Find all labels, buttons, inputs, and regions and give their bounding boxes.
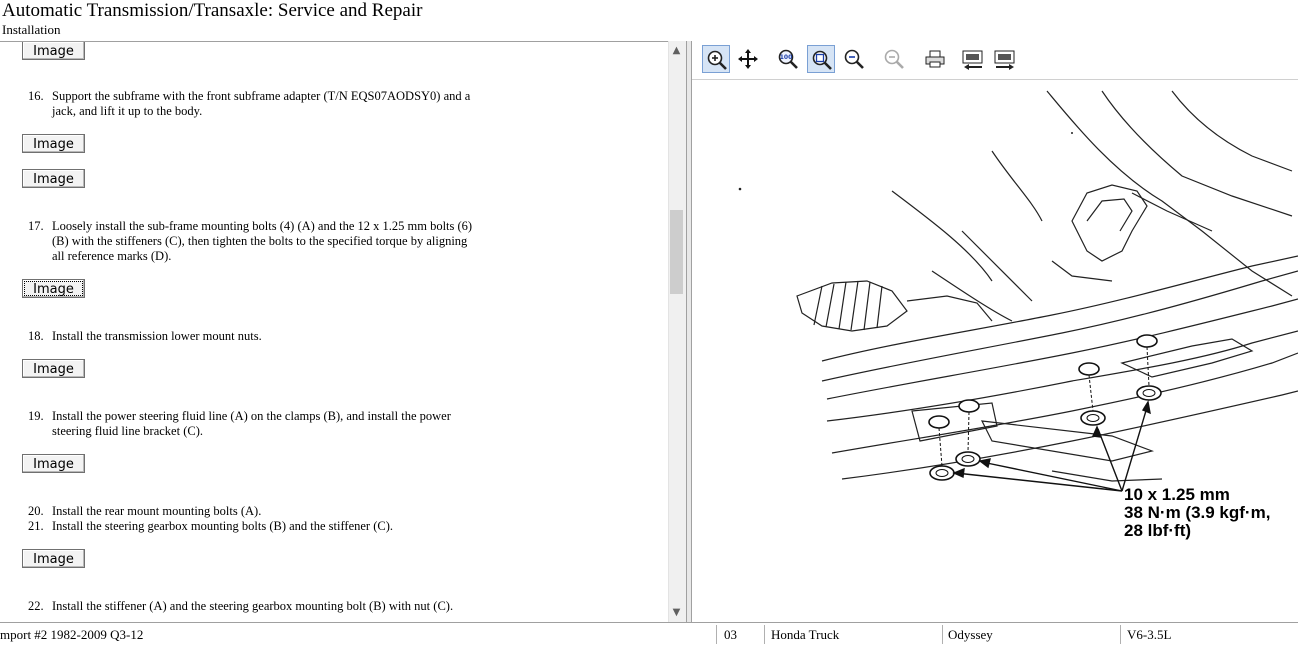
step-18: 18. Install the transmission lower mount … xyxy=(28,329,262,344)
zoom-in-small-icon[interactable] xyxy=(840,45,868,73)
torque-spec-label: 10 x 1.25 mm 38 N·m (3.9 kgf·m, 28 lbf·f… xyxy=(1124,486,1270,540)
step-text: (B) with the stiffeners (C), then tighte… xyxy=(52,234,468,248)
image-button-19[interactable]: Image xyxy=(22,454,85,473)
step-text: all reference marks (D). xyxy=(52,249,172,263)
step-16: 16. Support the subframe with the front s… xyxy=(28,89,470,119)
step-number: 19. xyxy=(28,409,44,423)
status-code: 03 xyxy=(724,627,737,642)
scroll-down-arrow-icon[interactable]: ▼ xyxy=(670,606,683,620)
status-divider xyxy=(942,625,943,644)
step-text: Install the steering gearbox mounting bo… xyxy=(52,519,394,533)
step-number: 16. xyxy=(28,89,44,103)
torque-spec-nm: 38 N·m (3.9 kgf·m, xyxy=(1124,503,1271,522)
section-subtitle: Installation xyxy=(2,22,61,37)
viewer-toolbar: 100 xyxy=(692,41,1298,80)
status-make: Honda Truck xyxy=(771,627,840,642)
image-button-21[interactable]: Image xyxy=(22,549,85,568)
prev-image-icon[interactable] xyxy=(958,45,986,73)
vertical-scrollbar[interactable] xyxy=(668,41,686,622)
step-22: 22. Install the stiffener (A) and the ste… xyxy=(28,599,453,614)
image-button-18[interactable]: Image xyxy=(22,359,85,378)
print-icon[interactable] xyxy=(921,45,949,73)
step-text: Support the subframe with the front subf… xyxy=(52,89,471,103)
diagram-drawing xyxy=(738,90,1298,492)
status-divider xyxy=(1120,625,1121,644)
step-17: 17. Loosely install the sub-frame mountin… xyxy=(28,219,472,264)
step-19: 19. Install the power steering fluid line… xyxy=(28,409,451,439)
next-image-icon[interactable] xyxy=(990,45,1018,73)
zoom-in-icon[interactable] xyxy=(702,45,730,73)
status-model: Odyssey xyxy=(948,627,993,642)
image-button-16b[interactable]: Image xyxy=(22,169,85,188)
image-viewer: 100 10 x 1.25 mm 38 N·m (3.9 kgf·m, 28 l… xyxy=(692,41,1298,622)
step-text: Install the power steering fluid line (A… xyxy=(52,409,451,423)
status-divider xyxy=(716,625,717,644)
step-20: 20. Install the rear mount mounting bolts… xyxy=(28,504,261,519)
image-button-17[interactable]: Image xyxy=(22,279,85,298)
svg-text:100: 100 xyxy=(780,54,793,61)
scrollbar-thumb[interactable] xyxy=(670,210,683,294)
torque-spec-lbf: 28 lbf·ft) xyxy=(1124,521,1192,540)
step-number: 17. xyxy=(28,219,44,233)
step-text: steering fluid line bracket (C). xyxy=(52,424,203,438)
torque-spec-size: 10 x 1.25 mm xyxy=(1124,485,1230,504)
step-text: jack, and lift it up to the body. xyxy=(52,104,203,118)
status-source: mport #2 1982-2009 Q3-12 xyxy=(0,627,144,642)
scroll-up-arrow-icon[interactable]: ▲ xyxy=(670,44,683,58)
step-number: 18. xyxy=(28,329,44,343)
status-bar: mport #2 1982-2009 Q3-12 03 Honda Truck … xyxy=(0,622,1298,646)
step-text: Install the stiffener (A) and the steeri… xyxy=(52,599,454,613)
window-title: Automatic Transmission/Transaxle: Servic… xyxy=(2,0,423,21)
step-number: 21. xyxy=(28,519,44,533)
status-engine: V6-3.5L xyxy=(1127,627,1172,642)
step-text: Install the rear mount mounting bolts (A… xyxy=(52,504,262,518)
step-text: Install the transmission lower mount nut… xyxy=(52,329,262,343)
image-button-16a[interactable]: Image xyxy=(22,134,85,153)
fit-window-icon[interactable] xyxy=(807,45,835,73)
procedure-pane[interactable]: Image 16. Support the subframe with the f… xyxy=(0,41,686,623)
actual-size-icon[interactable]: 100 xyxy=(774,45,802,73)
step-text: Loosely install the sub-frame mounting b… xyxy=(52,219,473,233)
step-number: 20. xyxy=(28,504,44,518)
zoom-out-icon[interactable] xyxy=(880,45,908,73)
subframe-bolt-diagram: 10 x 1.25 mm 38 N·m (3.9 kgf·m, 28 lbf·f… xyxy=(692,81,1298,621)
image-button-15[interactable]: Image xyxy=(22,42,85,60)
status-divider xyxy=(764,625,765,644)
pan-icon[interactable] xyxy=(734,45,762,73)
step-21: 21. Install the steering gearbox mounting… xyxy=(28,519,393,534)
step-number: 22. xyxy=(28,599,44,613)
